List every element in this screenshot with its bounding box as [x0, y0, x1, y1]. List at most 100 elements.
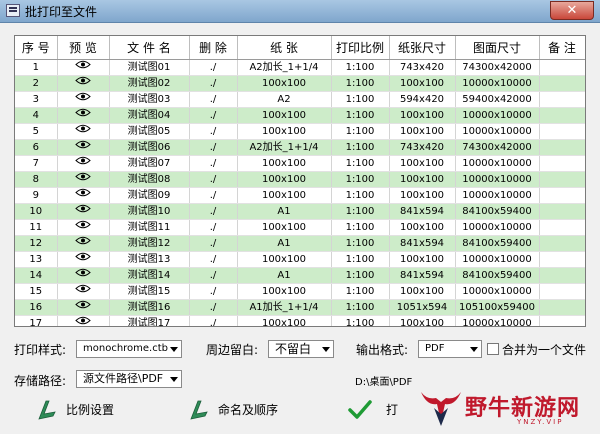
preview-cell[interactable]: [57, 315, 110, 326]
paper-size: A1: [237, 267, 332, 284]
drawing-dimensions: 59400x42000: [455, 91, 540, 108]
preview-cell[interactable]: [57, 267, 110, 284]
delete-cell[interactable]: ./: [189, 203, 238, 220]
preview-cell[interactable]: [57, 299, 110, 316]
eye-icon[interactable]: [75, 204, 91, 218]
column-header[interactable]: 文 件 名: [109, 36, 190, 60]
table-row[interactable]: 1 测试图01 ./A2加长_1+1/4 1:100 743x420 74300x4200…: [15, 59, 585, 76]
delete-cell[interactable]: ./: [189, 315, 238, 326]
delete-cell[interactable]: ./: [189, 107, 238, 124]
column-header[interactable]: 预 览: [57, 36, 110, 60]
eye-icon[interactable]: [75, 60, 91, 74]
eye-icon[interactable]: [75, 268, 91, 282]
eye-icon[interactable]: [75, 252, 91, 266]
paper-size: A1: [237, 235, 332, 252]
eye-icon[interactable]: [75, 156, 91, 170]
output-format-select[interactable]: PDF: [418, 340, 482, 358]
delete-cell[interactable]: ./: [189, 283, 238, 300]
column-header[interactable]: 图面尺寸: [455, 36, 540, 60]
delete-cell[interactable]: ./: [189, 123, 238, 140]
naming-order-button[interactable]: 命名及顺序: [188, 398, 308, 422]
title-bar[interactable]: 批打印至文件 ✕: [0, 0, 600, 23]
table-row[interactable]: 5 测试图05 ./100x100 1:100 100x100 10000x10000: [15, 123, 585, 140]
delete-cell[interactable]: ./: [189, 299, 238, 316]
preview-cell[interactable]: [57, 235, 110, 252]
delete-cell[interactable]: ./: [189, 219, 238, 236]
delete-cell[interactable]: ./: [189, 251, 238, 268]
preview-cell[interactable]: [57, 203, 110, 220]
table-row[interactable]: 10 测试图10 ./A1 1:100 841x594 84100x59400: [15, 203, 585, 220]
file-name: 测试图09: [109, 187, 190, 204]
preview-cell[interactable]: [57, 59, 110, 76]
table-row[interactable]: 17 测试图17 ./100x100 1:100 100x100 10000x10000: [15, 315, 585, 326]
table-row[interactable]: 8 测试图08 ./100x100 1:100 100x100 10000x10000: [15, 171, 585, 188]
merge-checkbox[interactable]: [487, 343, 499, 355]
delete-cell[interactable]: ./: [189, 187, 238, 204]
delete-cell[interactable]: ./: [189, 235, 238, 252]
delete-cell[interactable]: ./: [189, 59, 238, 76]
preview-cell[interactable]: [57, 187, 110, 204]
table-row[interactable]: 13 测试图13 ./100x100 1:100 100x100 10000x10000: [15, 251, 585, 268]
eye-icon[interactable]: [75, 316, 91, 326]
file-name: 测试图17: [109, 315, 190, 326]
eye-icon[interactable]: [75, 172, 91, 186]
preview-cell[interactable]: [57, 123, 110, 140]
paper-size: A2: [237, 91, 332, 108]
preview-cell[interactable]: [57, 251, 110, 268]
table-row[interactable]: 7 测试图07 ./100x100 1:100 100x100 10000x10000: [15, 155, 585, 172]
delete-cell[interactable]: ./: [189, 91, 238, 108]
eye-icon[interactable]: [75, 140, 91, 154]
remarks: [539, 315, 585, 326]
paper-size: A1加长_1+1/4: [237, 299, 332, 316]
eye-icon[interactable]: [75, 92, 91, 106]
delete-cell[interactable]: ./: [189, 139, 238, 156]
column-header[interactable]: 序 号: [15, 36, 58, 60]
column-header[interactable]: 纸 张: [237, 36, 332, 60]
preview-cell[interactable]: [57, 75, 110, 92]
print-scale: 1:100: [331, 219, 390, 236]
table-row[interactable]: 11 测试图11 ./100x100 1:100 100x100 10000x10000: [15, 219, 585, 236]
preview-cell[interactable]: [57, 91, 110, 108]
preview-cell[interactable]: [57, 155, 110, 172]
preview-cell[interactable]: [57, 107, 110, 124]
eye-icon[interactable]: [75, 108, 91, 122]
eye-icon[interactable]: [75, 188, 91, 202]
table-row[interactable]: 4 测试图04 ./100x100 1:100 100x100 10000x10000: [15, 107, 585, 124]
eye-icon[interactable]: [75, 236, 91, 250]
table-row[interactable]: 2 测试图02 ./100x100 1:100 100x100 10000x10000: [15, 75, 585, 92]
file-name: 测试图03: [109, 91, 190, 108]
delete-cell[interactable]: ./: [189, 171, 238, 188]
table-row[interactable]: 3 测试图03 ./A2 1:100 594x420 59400x42000: [15, 91, 585, 108]
table-row[interactable]: 6 测试图06 ./A2加长_1+1/4 1:100 743x420 74300x4200…: [15, 139, 585, 156]
print-scale: 1:100: [331, 315, 390, 326]
delete-cell[interactable]: ./: [189, 75, 238, 92]
delete-cell[interactable]: ./: [189, 267, 238, 284]
column-header[interactable]: 删 除: [189, 36, 238, 60]
column-header[interactable]: 备 注: [539, 36, 585, 60]
column-header[interactable]: 打印比例: [331, 36, 390, 60]
scale-settings-button[interactable]: 比例设置: [36, 398, 156, 422]
eye-icon[interactable]: [75, 76, 91, 90]
margin-value: 不留白: [275, 342, 312, 356]
eye-icon[interactable]: [75, 124, 91, 138]
preview-cell[interactable]: [57, 139, 110, 156]
table-row[interactable]: 15 测试图15 ./100x100 1:100 100x100 10000x10000: [15, 283, 585, 300]
preview-cell[interactable]: [57, 171, 110, 188]
print-button[interactable]: 打: [348, 398, 408, 422]
eye-icon[interactable]: [75, 300, 91, 314]
close-button[interactable]: ✕: [550, 1, 594, 20]
compass-icon: [38, 400, 56, 420]
preview-cell[interactable]: [57, 283, 110, 300]
preview-cell[interactable]: [57, 219, 110, 236]
print-style-select[interactable]: monochrome.ctb: [76, 340, 182, 358]
eye-icon[interactable]: [75, 284, 91, 298]
table-row[interactable]: 14 测试图14 ./A1 1:100 841x594 84100x59400: [15, 267, 585, 284]
delete-cell[interactable]: ./: [189, 155, 238, 172]
column-header[interactable]: 纸张尺寸: [389, 36, 456, 60]
save-path-select[interactable]: 源文件路径\PDF: [76, 370, 182, 388]
eye-icon[interactable]: [75, 220, 91, 234]
margin-select[interactable]: 不留白: [268, 340, 334, 358]
table-row[interactable]: 16 测试图16 ./A1加长_1+1/4 1:100 1051x594 105100x5…: [15, 299, 585, 316]
table-row[interactable]: 9 测试图09 ./100x100 1:100 100x100 10000x10000: [15, 187, 585, 204]
table-row[interactable]: 12 测试图12 ./A1 1:100 841x594 84100x59400: [15, 235, 585, 252]
